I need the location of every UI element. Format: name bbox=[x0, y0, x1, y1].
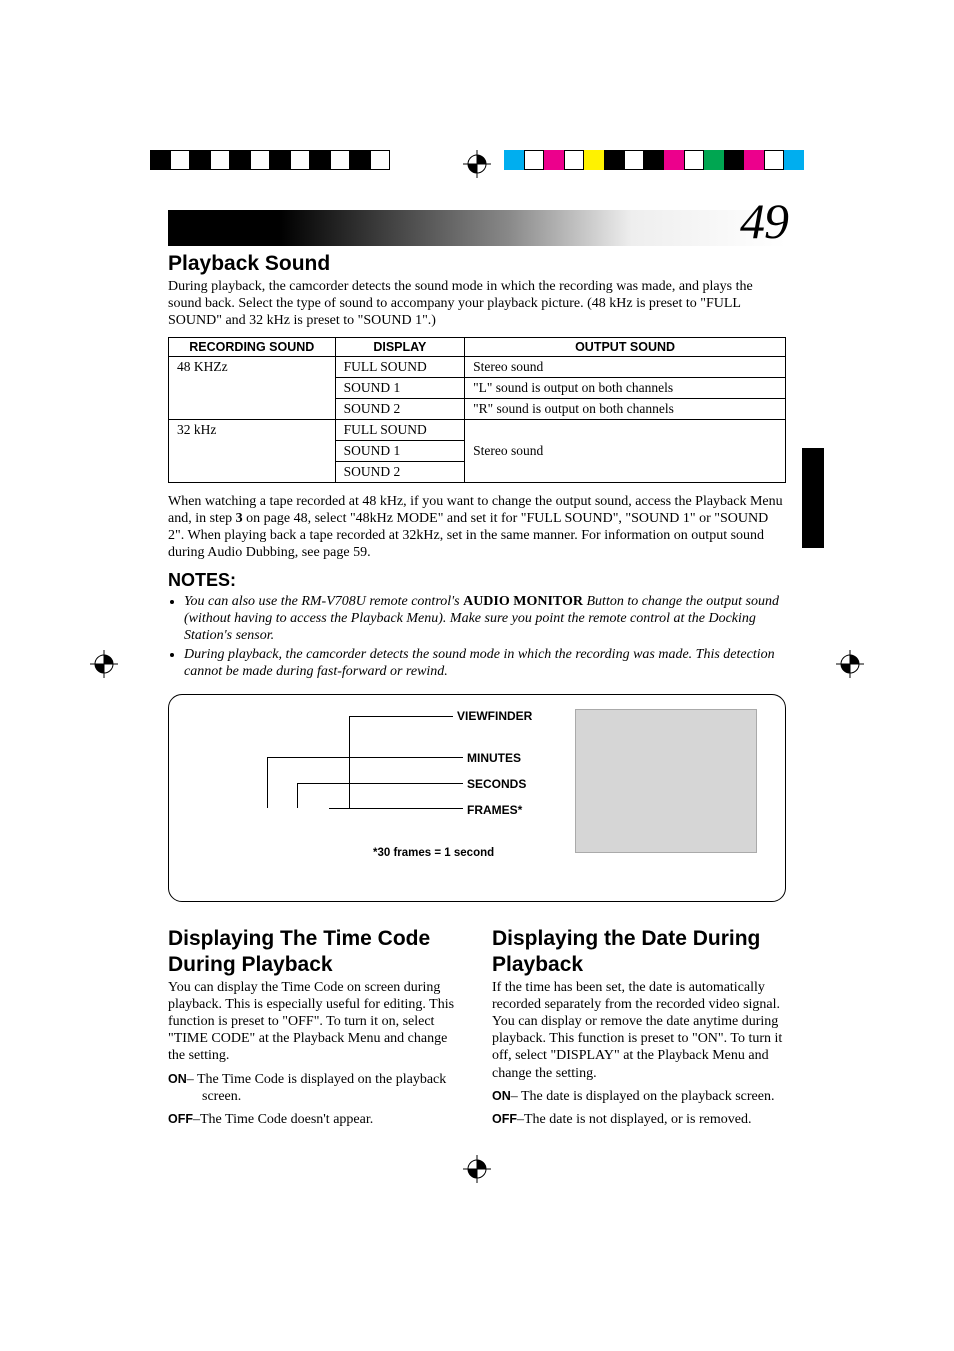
leader-line bbox=[329, 808, 463, 809]
page-edge-tab bbox=[802, 448, 824, 548]
cell-display: SOUND 1 bbox=[335, 378, 465, 399]
cell-output: "L" sound is output on both channels bbox=[465, 378, 786, 399]
registration-left-icon bbox=[90, 650, 118, 683]
note-bold: AUDIO MONITOR bbox=[463, 594, 583, 609]
notes-list: You can also use the RM-V708U remote con… bbox=[168, 593, 786, 680]
registration-center-icon bbox=[463, 150, 491, 183]
date-display-body: If the time has been set, the date is au… bbox=[492, 979, 786, 1081]
page-number: 49 bbox=[740, 192, 788, 250]
label-footnote: *30 frames = 1 second bbox=[373, 847, 494, 859]
page-content: 49 Playback Sound During playback, the c… bbox=[168, 210, 786, 1134]
cell-display: SOUND 2 bbox=[335, 399, 465, 420]
cell-rec-48: 48 KHZz bbox=[169, 357, 336, 420]
registration-right-block bbox=[504, 150, 804, 170]
leader-line bbox=[349, 716, 453, 717]
table-row: 32 kHz FULL SOUND Stereo sound bbox=[169, 420, 786, 441]
cell-display: SOUND 1 bbox=[335, 441, 465, 462]
cell-rec-32: 32 kHz bbox=[169, 420, 336, 483]
time-code-body: You can display the Time Code on screen … bbox=[168, 979, 462, 1064]
leader-line bbox=[297, 783, 298, 808]
note-item: You can also use the RM-V708U remote con… bbox=[184, 593, 786, 644]
registration-left-block bbox=[150, 150, 390, 170]
table-row: 48 KHZz FULL SOUND Stereo sound bbox=[169, 357, 786, 378]
header-gradient-bar: 49 bbox=[168, 210, 786, 246]
on-label: ON bbox=[168, 1072, 187, 1086]
cell-display: FULL SOUND bbox=[335, 420, 465, 441]
sound-table: RECORDING SOUND DISPLAY OUTPUT SOUND 48 … bbox=[168, 337, 786, 483]
on-label: ON bbox=[492, 1089, 511, 1103]
th-output-sound: OUTPUT SOUND bbox=[465, 338, 786, 357]
leader-line bbox=[267, 757, 268, 808]
note-item: During playback, the camcorder detects t… bbox=[184, 646, 786, 680]
th-recording-sound: RECORDING SOUND bbox=[169, 338, 336, 357]
note-text-pre: During playback, the camcorder detects t… bbox=[184, 647, 775, 679]
column-time-code: Displaying The Time Code During Playback… bbox=[168, 922, 462, 1134]
cell-output: Stereo sound bbox=[465, 357, 786, 378]
label-seconds: SECONDS bbox=[467, 777, 526, 791]
note-text-pre: You can also use the RM-V708U remote con… bbox=[184, 594, 463, 609]
setting-off: OFF–The date is not displayed, or is rem… bbox=[492, 1111, 786, 1128]
column-date-display: Displaying the Date During Playback If t… bbox=[492, 922, 786, 1134]
label-minutes: MINUTES bbox=[467, 751, 521, 765]
two-column-section: Displaying The Time Code During Playback… bbox=[168, 922, 786, 1134]
heading-playback-sound: Playback Sound bbox=[168, 252, 786, 276]
leader-line bbox=[349, 716, 350, 808]
on-text: – The date is displayed on the playback … bbox=[511, 1089, 775, 1104]
playback-sound-intro: During playback, the camcorder detects t… bbox=[168, 278, 786, 329]
off-text: –The date is not displayed, or is remove… bbox=[517, 1112, 751, 1127]
manual-page: 49 Playback Sound During playback, the c… bbox=[0, 0, 954, 1351]
setting-on: ON– The date is displayed on the playbac… bbox=[492, 1088, 786, 1105]
setting-off: OFF–The Time Code doesn't appear. bbox=[168, 1111, 462, 1128]
off-text: –The Time Code doesn't appear. bbox=[193, 1112, 373, 1127]
off-label: OFF bbox=[168, 1112, 193, 1126]
on-text: – The Time Code is displayed on the play… bbox=[187, 1072, 447, 1104]
cell-display: FULL SOUND bbox=[335, 357, 465, 378]
cell-display: SOUND 2 bbox=[335, 462, 465, 483]
after-table-paragraph: When watching a tape recorded at 48 kHz,… bbox=[168, 493, 786, 561]
leader-line bbox=[267, 757, 463, 758]
label-viewfinder: VIEWFINDER bbox=[457, 709, 532, 723]
viewfinder-diagram: VIEWFINDER MINUTES SECONDS FRAMES* *30 f… bbox=[168, 694, 786, 902]
registration-bottom-icon bbox=[463, 1155, 491, 1188]
registration-right-icon bbox=[836, 650, 864, 683]
setting-on: ON– The Time Code is displayed on the pl… bbox=[168, 1071, 462, 1105]
off-label: OFF bbox=[492, 1112, 517, 1126]
cell-output-merged: Stereo sound bbox=[465, 420, 786, 483]
leader-line bbox=[297, 783, 463, 784]
cell-output: "R" sound is output on both channels bbox=[465, 399, 786, 420]
heading-time-code: Displaying The Time Code During Playback bbox=[168, 926, 462, 977]
after-table-text-2: on page 48, select "48kHz MODE" and set … bbox=[168, 511, 768, 560]
heading-date-display: Displaying the Date During Playback bbox=[492, 926, 786, 977]
step-number: 3 bbox=[236, 511, 243, 526]
label-frames: FRAMES* bbox=[467, 803, 522, 817]
th-display: DISPLAY bbox=[335, 338, 465, 357]
viewfinder-screen-icon bbox=[575, 709, 757, 853]
notes-heading: NOTES: bbox=[168, 570, 786, 591]
